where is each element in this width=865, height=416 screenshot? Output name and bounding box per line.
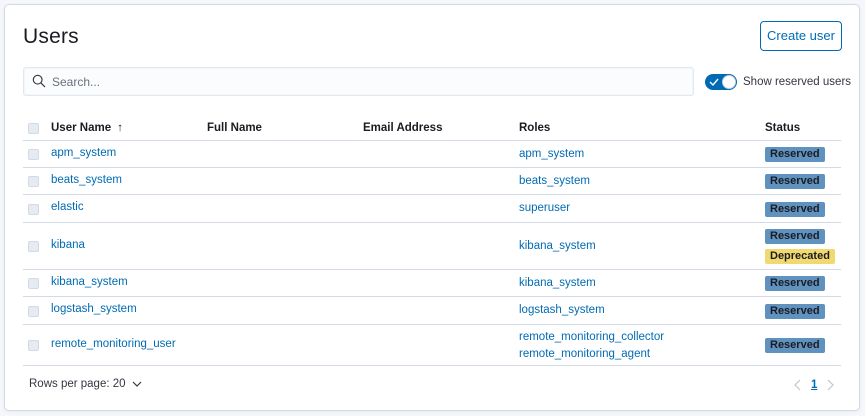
table-header: User Name ↑ Full Name Email Address Role… bbox=[23, 117, 841, 141]
status-cell: Reserved bbox=[765, 304, 825, 319]
status-cell: Reserved bbox=[765, 147, 825, 162]
row-checkbox[interactable] bbox=[28, 278, 39, 289]
row-checkbox[interactable] bbox=[28, 149, 39, 160]
row-checkbox[interactable] bbox=[28, 340, 39, 351]
user-name-link[interactable]: logstash_system bbox=[51, 303, 137, 315]
row-checkbox[interactable] bbox=[28, 176, 39, 187]
status-cell: Reserved bbox=[765, 338, 825, 353]
status-badge-reserved: Reserved bbox=[765, 304, 825, 319]
table-row: kibana kibana_system Reserved Deprecated bbox=[23, 223, 841, 270]
search-input[interactable] bbox=[52, 68, 682, 95]
page-number-button[interactable]: 1 bbox=[811, 379, 817, 391]
roles-cell: kibana_system bbox=[519, 240, 596, 252]
sort-ascending-icon: ↑ bbox=[117, 122, 124, 134]
rows-per-page-label: Rows per page: 20 bbox=[29, 378, 126, 390]
column-email: Email Address bbox=[363, 122, 443, 134]
role-link[interactable]: superuser bbox=[519, 202, 570, 214]
roles-cell: logstash_system bbox=[519, 304, 605, 316]
role-link[interactable]: kibana_system bbox=[519, 277, 596, 289]
role-link[interactable]: kibana_system bbox=[519, 240, 596, 252]
status-cell: Reserved bbox=[765, 202, 825, 217]
roles-cell: remote_monitoring_collector remote_monit… bbox=[519, 329, 664, 363]
row-checkbox[interactable] bbox=[28, 241, 39, 252]
user-name-link[interactable]: kibana_system bbox=[51, 276, 128, 288]
user-name-link[interactable]: kibana bbox=[51, 239, 85, 251]
status-badge-reserved: Reserved bbox=[765, 276, 825, 291]
column-status: Status bbox=[765, 122, 801, 134]
table-row: apm_system apm_system Reserved bbox=[23, 141, 841, 168]
table-row: remote_monitoring_user remote_monitoring… bbox=[23, 325, 841, 366]
table-row: logstash_system logstash_system Reserved bbox=[23, 297, 841, 325]
pagination: 1 bbox=[793, 377, 835, 393]
user-name-link[interactable]: beats_system bbox=[51, 174, 122, 186]
check-icon bbox=[709, 78, 719, 87]
status-badge-reserved: Reserved bbox=[765, 202, 825, 217]
status-badge-deprecated: Deprecated bbox=[765, 249, 835, 264]
roles-cell: apm_system bbox=[519, 148, 584, 160]
role-link[interactable]: beats_system bbox=[519, 175, 590, 187]
show-reserved-toggle-group: Show reserved users bbox=[705, 73, 851, 91]
chevron-down-icon bbox=[132, 381, 141, 387]
table-row: beats_system beats_system Reserved bbox=[23, 168, 841, 195]
show-reserved-toggle[interactable] bbox=[705, 74, 737, 90]
users-panel: Users Create user Show reserved users Us… bbox=[4, 4, 860, 411]
status-cell: Reserved bbox=[765, 174, 825, 189]
role-link[interactable]: logstash_system bbox=[519, 304, 605, 316]
search-box bbox=[23, 67, 694, 96]
roles-cell: superuser bbox=[519, 202, 570, 214]
search-icon bbox=[32, 74, 46, 88]
chevron-right-icon[interactable] bbox=[825, 379, 835, 391]
role-link[interactable]: apm_system bbox=[519, 148, 584, 160]
page-title: Users bbox=[23, 25, 79, 48]
select-all-checkbox[interactable] bbox=[28, 123, 39, 134]
status-cell: Reserved bbox=[765, 276, 825, 291]
column-user-name[interactable]: User Name ↑ bbox=[51, 122, 123, 134]
role-link[interactable]: remote_monitoring_agent bbox=[519, 346, 664, 363]
status-badge-reserved: Reserved bbox=[765, 338, 825, 353]
row-checkbox[interactable] bbox=[28, 306, 39, 317]
user-name-link[interactable]: elastic bbox=[51, 201, 84, 213]
table-row: elastic superuser Reserved bbox=[23, 195, 841, 223]
status-cell: Reserved Deprecated bbox=[765, 229, 835, 264]
column-roles: Roles bbox=[519, 122, 551, 134]
users-table: User Name ↑ Full Name Email Address Role… bbox=[23, 117, 841, 366]
row-checkbox[interactable] bbox=[28, 204, 39, 215]
column-user-name-label: User Name bbox=[51, 122, 112, 134]
table-row: kibana_system kibana_system Reserved bbox=[23, 270, 841, 297]
user-name-link[interactable]: apm_system bbox=[51, 147, 116, 159]
role-link[interactable]: remote_monitoring_collector bbox=[519, 329, 664, 346]
chevron-left-icon[interactable] bbox=[793, 379, 803, 391]
roles-cell: kibana_system bbox=[519, 277, 596, 289]
rows-per-page-button[interactable]: Rows per page: 20 bbox=[29, 378, 142, 390]
user-name-link[interactable]: remote_monitoring_user bbox=[51, 338, 176, 350]
column-full-name: Full Name bbox=[207, 122, 262, 134]
create-user-button[interactable]: Create user bbox=[760, 21, 842, 51]
status-badge-reserved: Reserved bbox=[765, 174, 825, 189]
status-badge-reserved: Reserved bbox=[765, 229, 825, 244]
roles-cell: beats_system bbox=[519, 175, 590, 187]
show-reserved-label: Show reserved users bbox=[743, 76, 852, 88]
toggle-knob bbox=[722, 75, 736, 89]
status-badge-reserved: Reserved bbox=[765, 147, 825, 162]
